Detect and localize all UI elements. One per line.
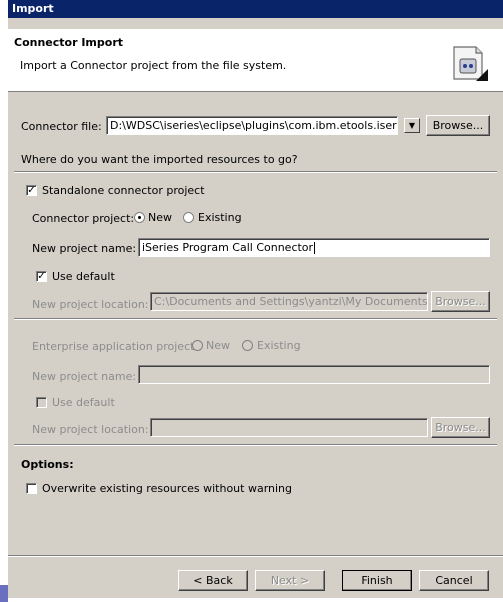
window-title: Import [8,0,503,18]
connector-file-label: Connector file: [21,120,102,133]
separator [14,444,497,446]
overwrite-checkbox[interactable] [26,483,37,494]
cancel-button[interactable]: Cancel [419,570,489,591]
checkmark-icon: ✓ [37,271,46,282]
standalone-checkbox[interactable]: ✓ [26,185,37,196]
connector-project-new-radio[interactable] [134,212,145,223]
text-cursor [314,242,316,254]
connector-project-existing-label: Existing [198,211,242,224]
next-button[interactable]: Next > [255,570,325,591]
enterprise-name-label: New project name: [32,370,137,383]
destination-question: Where do you want the imported resources… [21,153,298,166]
enterprise-existing-radio[interactable] [242,340,253,351]
connector-file-browse-button[interactable]: Browse... [426,115,490,136]
new-project-name-value: iSeries Program Call Connector [142,241,314,254]
options-title: Options: [21,458,74,471]
connector-file-input[interactable]: D:\WDSC\iseries\eclipse\plugins\com.ibm.… [106,116,398,135]
separator [14,318,497,320]
connector-file-dropdown[interactable]: ▼ [404,118,420,133]
new-project-location-label: New project location: [32,298,149,311]
separator [14,171,497,173]
connector-file-value: D:\WDSC\iseries\eclipse\plugins\com.ibm.… [110,119,397,132]
new-project-location-input[interactable]: C:\Documents and Settings\yantzi\My Docu… [150,292,428,311]
location-browse-button[interactable]: Browse... [431,291,490,312]
banner-title: Connector Import [14,36,124,49]
standalone-label: Standalone connector project [42,184,205,197]
connector-project-label: Connector project: [32,212,135,225]
overwrite-label: Overwrite existing resources without war… [42,482,293,495]
back-button[interactable]: < Back [178,570,248,591]
radio-selected-dot [138,216,141,219]
import-dialog: Import Connector Import Import a Connect… [8,0,503,598]
finish-button[interactable]: Finish [342,570,412,591]
background-edge [0,585,8,602]
use-default-label: Use default [52,270,115,283]
connector-project-existing-radio[interactable] [183,212,194,223]
enterprise-new-radio[interactable] [192,340,203,351]
enterprise-browse-button[interactable]: Browse... [431,417,490,438]
enterprise-existing-label: Existing [257,339,301,352]
checkmark-icon: ✓ [27,185,36,196]
footer-separator [8,555,503,557]
enterprise-new-label: New [206,339,230,352]
enterprise-use-default-label: Use default [52,396,115,409]
enterprise-project-label: Enterprise application project: [32,340,199,353]
enterprise-use-default-checkbox[interactable] [36,397,47,408]
wizard-banner: Connector Import Import a Connector proj… [8,29,503,92]
new-project-name-label: New project name: [32,242,137,255]
import-wizard-icon [453,46,488,81]
banner-description: Import a Connector project from the file… [20,59,287,72]
use-default-checkbox[interactable]: ✓ [36,271,47,282]
new-project-name-input[interactable]: iSeries Program Call Connector [138,238,490,257]
enterprise-location-label: New project location: [32,423,149,436]
connector-project-new-label: New [148,211,172,224]
enterprise-name-input[interactable] [138,365,490,384]
new-project-location-value: C:\Documents and Settings\yantzi\My Docu… [154,295,428,308]
enterprise-location-input[interactable] [150,418,428,437]
chevron-down-icon: ▼ [408,121,416,130]
